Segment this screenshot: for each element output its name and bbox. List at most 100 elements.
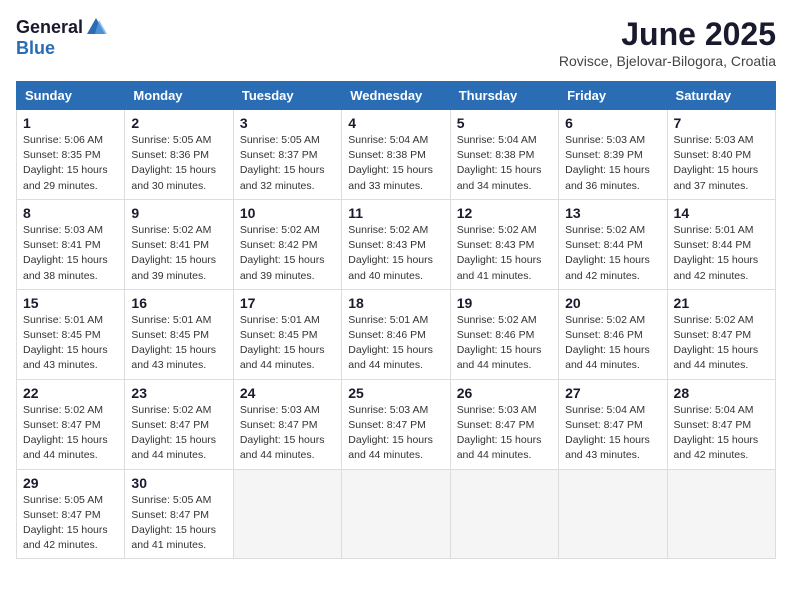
- weekday-header-tuesday: Tuesday: [233, 82, 341, 110]
- day-info: Sunrise: 5:01 AM Sunset: 8:46 PM Dayligh…: [348, 313, 443, 374]
- day-cell-12: 12 Sunrise: 5:02 AM Sunset: 8:43 PM Dayli…: [450, 199, 558, 289]
- day-info: Sunrise: 5:02 AM Sunset: 8:43 PM Dayligh…: [348, 223, 443, 284]
- day-info: Sunrise: 5:05 AM Sunset: 8:37 PM Dayligh…: [240, 133, 335, 194]
- day-number: 9: [131, 205, 226, 221]
- day-number: 18: [348, 295, 443, 311]
- weekday-header-sunday: Sunday: [17, 82, 125, 110]
- day-info: Sunrise: 5:02 AM Sunset: 8:44 PM Dayligh…: [565, 223, 660, 284]
- day-cell-26: 26Sunrise: 5:03 AM Sunset: 8:47 PM Dayli…: [450, 379, 558, 469]
- day-info: Sunrise: 5:04 AM Sunset: 8:38 PM Dayligh…: [348, 133, 443, 194]
- logo: General Blue: [16, 16, 107, 59]
- day-cell-22: 22 Sunrise: 5:02 AM Sunset: 8:47 PM Dayli…: [17, 379, 125, 469]
- day-cell-2: 2 Sunrise: 5:05 AM Sunset: 8:36 PM Daylig…: [125, 110, 233, 200]
- day-info: Sunrise: 5:03 AM Sunset: 8:47 PM Dayligh…: [457, 403, 552, 464]
- logo-blue-text: Blue: [16, 38, 55, 59]
- day-cell-1: 1 Sunrise: 5:06 AM Sunset: 8:35 PM Daylig…: [17, 110, 125, 200]
- day-cell-3: 3 Sunrise: 5:05 AM Sunset: 8:37 PM Daylig…: [233, 110, 341, 200]
- day-info: Sunrise: 5:01 AM Sunset: 8:45 PM Dayligh…: [131, 313, 226, 374]
- day-info: Sunrise: 5:02 AM Sunset: 8:41 PM Dayligh…: [131, 223, 226, 284]
- day-number: 1: [23, 115, 118, 131]
- month-title: June 2025: [559, 16, 776, 53]
- day-info: Sunrise: 5:05 AM Sunset: 8:47 PM Dayligh…: [131, 493, 226, 554]
- day-number: 16: [131, 295, 226, 311]
- day-info: Sunrise: 5:02 AM Sunset: 8:47 PM Dayligh…: [23, 403, 118, 464]
- day-cell-11: 11 Sunrise: 5:02 AM Sunset: 8:43 PM Dayli…: [342, 199, 450, 289]
- day-info: Sunrise: 5:06 AM Sunset: 8:35 PM Dayligh…: [23, 133, 118, 194]
- day-number: 2: [131, 115, 226, 131]
- empty-day-cell: [559, 469, 667, 559]
- day-number: 4: [348, 115, 443, 131]
- day-info: Sunrise: 5:02 AM Sunset: 8:43 PM Dayligh…: [457, 223, 552, 284]
- week-row-1: 1 Sunrise: 5:06 AM Sunset: 8:35 PM Daylig…: [17, 110, 776, 200]
- day-info: Sunrise: 5:05 AM Sunset: 8:36 PM Dayligh…: [131, 133, 226, 194]
- day-number: 7: [674, 115, 769, 131]
- weekday-header-wednesday: Wednesday: [342, 82, 450, 110]
- day-cell-30: 30Sunrise: 5:05 AM Sunset: 8:47 PM Dayli…: [125, 469, 233, 559]
- day-info: Sunrise: 5:01 AM Sunset: 8:45 PM Dayligh…: [240, 313, 335, 374]
- day-cell-19: 19Sunrise: 5:02 AM Sunset: 8:46 PM Dayli…: [450, 289, 558, 379]
- day-number: 8: [23, 205, 118, 221]
- day-number: 28: [674, 385, 769, 401]
- day-number: 3: [240, 115, 335, 131]
- day-cell-21: 21 Sunrise: 5:02 AM Sunset: 8:47 PM Dayli…: [667, 289, 775, 379]
- day-number: 13: [565, 205, 660, 221]
- day-info: Sunrise: 5:04 AM Sunset: 8:47 PM Dayligh…: [674, 403, 769, 464]
- week-row-2: 8 Sunrise: 5:03 AM Sunset: 8:41 PM Daylig…: [17, 199, 776, 289]
- day-info: Sunrise: 5:05 AM Sunset: 8:47 PM Dayligh…: [23, 493, 118, 554]
- empty-day-cell: [667, 469, 775, 559]
- day-number: 5: [457, 115, 552, 131]
- day-info: Sunrise: 5:03 AM Sunset: 8:47 PM Dayligh…: [348, 403, 443, 464]
- day-cell-15: 15 Sunrise: 5:01 AM Sunset: 8:45 PM Dayli…: [17, 289, 125, 379]
- weekday-header-monday: Monday: [125, 82, 233, 110]
- day-number: 10: [240, 205, 335, 221]
- empty-day-cell: [450, 469, 558, 559]
- day-info: Sunrise: 5:02 AM Sunset: 8:47 PM Dayligh…: [131, 403, 226, 464]
- day-info: Sunrise: 5:02 AM Sunset: 8:46 PM Dayligh…: [457, 313, 552, 374]
- calendar-table: SundayMondayTuesdayWednesdayThursdayFrid…: [16, 81, 776, 559]
- day-number: 20: [565, 295, 660, 311]
- week-row-4: 22 Sunrise: 5:02 AM Sunset: 8:47 PM Dayli…: [17, 379, 776, 469]
- day-info: Sunrise: 5:02 AM Sunset: 8:46 PM Dayligh…: [565, 313, 660, 374]
- day-info: Sunrise: 5:02 AM Sunset: 8:42 PM Dayligh…: [240, 223, 335, 284]
- day-info: Sunrise: 5:03 AM Sunset: 8:39 PM Dayligh…: [565, 133, 660, 194]
- weekday-header-row: SundayMondayTuesdayWednesdayThursdayFrid…: [17, 82, 776, 110]
- day-cell-4: 4 Sunrise: 5:04 AM Sunset: 8:38 PM Daylig…: [342, 110, 450, 200]
- empty-day-cell: [233, 469, 341, 559]
- day-cell-18: 18 Sunrise: 5:01 AM Sunset: 8:46 PM Dayli…: [342, 289, 450, 379]
- week-row-5: 29 Sunrise: 5:05 AM Sunset: 8:47 PM Dayli…: [17, 469, 776, 559]
- day-number: 22: [23, 385, 118, 401]
- day-number: 14: [674, 205, 769, 221]
- day-info: Sunrise: 5:02 AM Sunset: 8:47 PM Dayligh…: [674, 313, 769, 374]
- day-info: Sunrise: 5:01 AM Sunset: 8:45 PM Dayligh…: [23, 313, 118, 374]
- day-number: 12: [457, 205, 552, 221]
- day-cell-25: 25Sunrise: 5:03 AM Sunset: 8:47 PM Dayli…: [342, 379, 450, 469]
- day-number: 6: [565, 115, 660, 131]
- day-number: 29: [23, 475, 118, 491]
- weekday-header-saturday: Saturday: [667, 82, 775, 110]
- day-info: Sunrise: 5:03 AM Sunset: 8:41 PM Dayligh…: [23, 223, 118, 284]
- day-cell-16: 16 Sunrise: 5:01 AM Sunset: 8:45 PM Dayli…: [125, 289, 233, 379]
- day-cell-14: 14 Sunrise: 5:01 AM Sunset: 8:44 PM Dayli…: [667, 199, 775, 289]
- weekday-header-thursday: Thursday: [450, 82, 558, 110]
- day-cell-6: 6 Sunrise: 5:03 AM Sunset: 8:39 PM Daylig…: [559, 110, 667, 200]
- page-header: General Blue June 2025 Rovisce, Bjelovar…: [16, 16, 776, 69]
- location-title: Rovisce, Bjelovar-Bilogora, Croatia: [559, 53, 776, 69]
- day-info: Sunrise: 5:04 AM Sunset: 8:38 PM Dayligh…: [457, 133, 552, 194]
- day-number: 11: [348, 205, 443, 221]
- day-info: Sunrise: 5:03 AM Sunset: 8:40 PM Dayligh…: [674, 133, 769, 194]
- day-cell-28: 28 Sunrise: 5:04 AM Sunset: 8:47 PM Dayli…: [667, 379, 775, 469]
- day-number: 23: [131, 385, 226, 401]
- day-cell-17: 17Sunrise: 5:01 AM Sunset: 8:45 PM Dayli…: [233, 289, 341, 379]
- day-cell-9: 9 Sunrise: 5:02 AM Sunset: 8:41 PM Daylig…: [125, 199, 233, 289]
- logo-general-text: General: [16, 17, 83, 38]
- day-cell-20: 20 Sunrise: 5:02 AM Sunset: 8:46 PM Dayli…: [559, 289, 667, 379]
- day-cell-23: 23 Sunrise: 5:02 AM Sunset: 8:47 PM Dayli…: [125, 379, 233, 469]
- day-cell-29: 29 Sunrise: 5:05 AM Sunset: 8:47 PM Dayli…: [17, 469, 125, 559]
- logo-icon: [85, 16, 107, 38]
- day-number: 27: [565, 385, 660, 401]
- day-number: 24: [240, 385, 335, 401]
- day-number: 15: [23, 295, 118, 311]
- day-cell-5: 5 Sunrise: 5:04 AM Sunset: 8:38 PM Daylig…: [450, 110, 558, 200]
- day-number: 21: [674, 295, 769, 311]
- day-info: Sunrise: 5:01 AM Sunset: 8:44 PM Dayligh…: [674, 223, 769, 284]
